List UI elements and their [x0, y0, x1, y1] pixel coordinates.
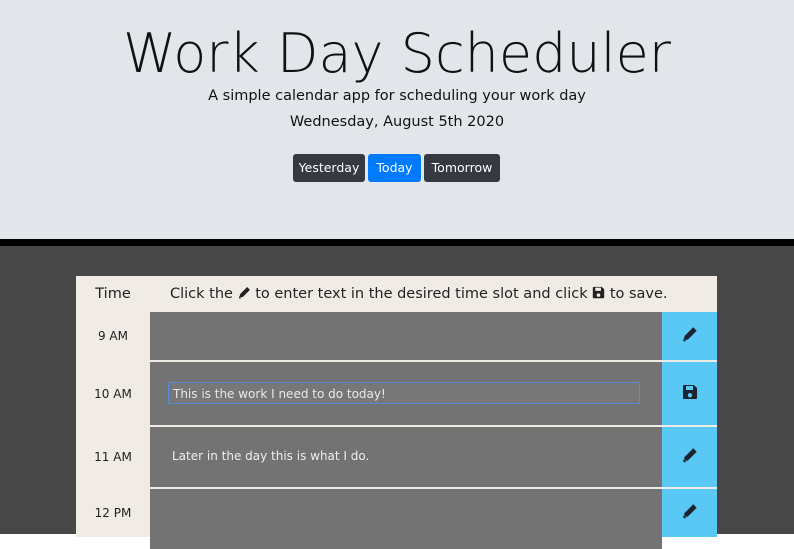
page-title: Work Day Scheduler	[122, 22, 672, 85]
save-icon	[682, 384, 698, 404]
hour-label: 12 PM	[76, 489, 150, 537]
pencil-icon	[238, 277, 251, 299]
instruction-text-3: to save.	[609, 286, 668, 302]
instructions: Click the to enter text in the desired t…	[170, 276, 668, 312]
edit-button[interactable]	[662, 312, 717, 360]
time-block-row: 10 AM This is the work I need to do toda…	[76, 362, 717, 425]
save-button[interactable]	[662, 362, 717, 425]
scheduler-container: Time Click the to enter text in the desi…	[0, 246, 794, 549]
slot-text: Later in the day this is what I do.	[172, 449, 370, 463]
time-slot: This is the work I need to do today!	[150, 362, 662, 425]
hour-label: 10 AM	[76, 362, 150, 425]
save-icon	[592, 277, 605, 299]
current-date: Wednesday, August 5th 2020	[289, 114, 505, 130]
jumbotron-header: Work Day Scheduler A simple calendar app…	[0, 0, 794, 239]
today-button[interactable]: Today	[368, 154, 421, 182]
tomorrow-button[interactable]: Tomorrow	[424, 154, 500, 182]
instruction-text-2: to enter text in the desired time slot a…	[255, 286, 588, 302]
hour-label: 9 AM	[76, 312, 150, 360]
slot-text-input[interactable]: This is the work I need to do today!	[168, 382, 640, 404]
hour-label: 11 AM	[76, 427, 150, 487]
edit-button[interactable]	[662, 427, 717, 487]
instruction-text-1: Click the	[170, 286, 233, 302]
time-block-row: 12 PM	[76, 489, 717, 549]
pencil-icon	[682, 503, 698, 523]
time-slot[interactable]	[150, 312, 662, 360]
edit-button[interactable]	[662, 489, 717, 537]
time-column-header: Time	[95, 286, 131, 302]
section-divider	[0, 239, 794, 246]
time-block-row: 11 AM Later in the day this is what I do…	[76, 427, 717, 487]
time-block-row: 9 AM	[76, 312, 717, 360]
yesterday-button[interactable]: Yesterday	[293, 154, 365, 182]
time-slot[interactable]: Later in the day this is what I do.	[150, 427, 662, 487]
pencil-icon	[682, 447, 698, 467]
page-subtitle: A simple calendar app for scheduling you…	[208, 88, 586, 104]
table-header: Time Click the to enter text in the desi…	[76, 276, 717, 312]
time-slot[interactable]	[150, 489, 662, 549]
pencil-icon	[682, 326, 698, 346]
